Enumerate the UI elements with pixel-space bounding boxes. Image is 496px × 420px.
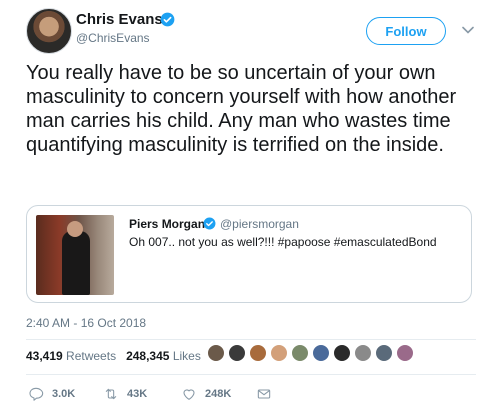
- likes-label: Likes: [172, 349, 201, 363]
- author-handle[interactable]: @ChrisEvans: [76, 31, 150, 45]
- quoted-tweet[interactable]: Piers Morgan @piersmorgan Oh 007.. not y…: [26, 205, 472, 303]
- quoted-author-name: Piers Morgan: [129, 217, 206, 231]
- liker-avatars: [207, 344, 414, 362]
- tweet-text: You really have to be so uncertain of yo…: [26, 62, 457, 156]
- verified-badge-icon: [203, 217, 216, 230]
- photo-head: [67, 221, 83, 237]
- quoted-author-handle: @piersmorgan: [220, 217, 299, 231]
- envelope-icon: [257, 389, 271, 399]
- retweet-count: 43K: [127, 388, 148, 400]
- likes-stat[interactable]: 248,345 Likes: [126, 349, 201, 363]
- reply-icon: [29, 387, 44, 401]
- author-name[interactable]: Chris Evans: [76, 11, 163, 28]
- photo-figure: [62, 231, 90, 295]
- liker-avatar[interactable]: [354, 344, 372, 362]
- like-count: 248K: [205, 388, 232, 400]
- liker-avatar[interactable]: [375, 344, 393, 362]
- retweet-icon: [105, 388, 117, 400]
- divider: [26, 339, 476, 340]
- tweet-timestamp[interactable]: 2:40 AM - 16 Oct 2018: [26, 316, 146, 330]
- tweet-actions: 3.0K 43K 248K: [28, 386, 272, 402]
- liker-avatar[interactable]: [249, 344, 267, 362]
- liker-avatar[interactable]: [270, 344, 288, 362]
- verified-badge-icon: [160, 12, 175, 27]
- retweet-button[interactable]: 43K: [103, 386, 181, 402]
- divider: [26, 374, 476, 375]
- heart-icon: [183, 389, 195, 400]
- likes-count: 248,345: [126, 349, 170, 363]
- liker-avatar[interactable]: [291, 344, 309, 362]
- tweet-stats: 43,419 Retweets 248,345 Likes: [26, 349, 201, 363]
- retweets-count: 43,419: [26, 349, 63, 363]
- quoted-tweet-photo[interactable]: [36, 215, 114, 295]
- chevron-down-icon[interactable]: [462, 25, 474, 35]
- reply-button[interactable]: 3.0K: [28, 386, 103, 402]
- retweets-stat[interactable]: 43,419 Retweets: [26, 349, 116, 363]
- retweets-label: Retweets: [66, 349, 117, 363]
- follow-button[interactable]: Follow: [366, 17, 446, 45]
- author-avatar[interactable]: [26, 8, 72, 54]
- liker-avatar[interactable]: [333, 344, 351, 362]
- liker-avatar[interactable]: [207, 344, 225, 362]
- liker-avatar[interactable]: [228, 344, 246, 362]
- liker-avatar[interactable]: [396, 344, 414, 362]
- quoted-tweet-text: Oh 007.. not you as well?!!! #papoose #e…: [129, 235, 437, 249]
- reply-count: 3.0K: [52, 388, 76, 400]
- liker-avatar[interactable]: [312, 344, 330, 362]
- like-button[interactable]: 248K: [181, 386, 256, 402]
- direct-message-button[interactable]: [256, 386, 272, 402]
